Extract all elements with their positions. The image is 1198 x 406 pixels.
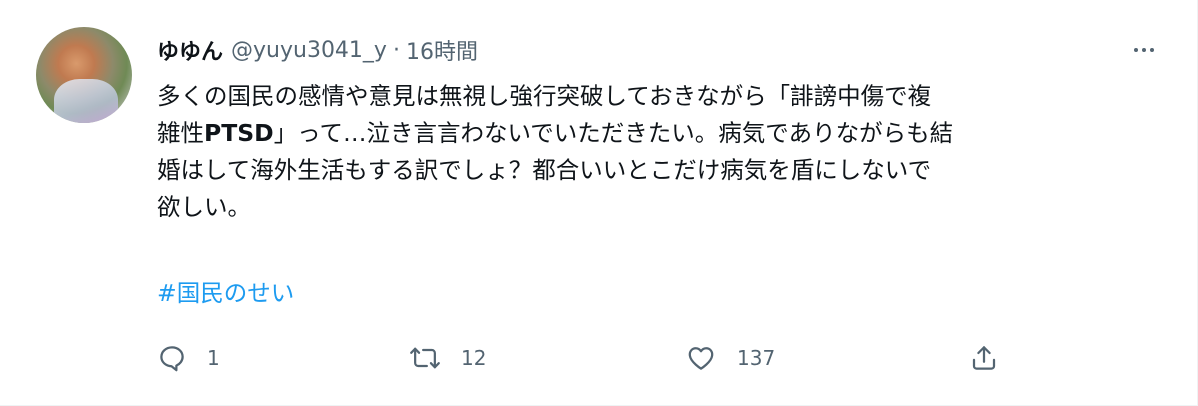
tweet-text-line: 欲しい。 <box>157 193 251 221</box>
reply-icon <box>157 343 187 373</box>
retweet-icon <box>409 343 441 373</box>
timestamp[interactable]: 16時間 <box>406 34 478 66</box>
avatar[interactable] <box>36 27 132 123</box>
share-button[interactable] <box>969 338 999 378</box>
user-handle[interactable]: @yuyu3041_y <box>231 38 387 63</box>
share-icon <box>969 343 999 373</box>
like-count: 137 <box>737 346 776 370</box>
display-name[interactable]: ゆゆん <box>157 34 223 66</box>
like-button[interactable]: 137 <box>685 338 775 378</box>
avatar-image <box>54 79 118 123</box>
separator: · <box>392 37 400 63</box>
tweet-text-segment: 雑性 <box>157 119 204 147</box>
more-icon-dot <box>1142 48 1146 52</box>
more-icon-dot <box>1134 48 1138 52</box>
retweet-button[interactable]: 12 <box>409 338 486 378</box>
tweet-text: 多くの国民の感情や意見は無視し強行突破しておきながら「誹謗中傷で複 雑性PTSD… <box>157 78 1157 226</box>
tweet-text-segment: 」って…泣き言言わないでいただきたい。病気でありながらも結 <box>273 119 954 147</box>
tweet-text-bold-segment: PTSD <box>204 119 274 147</box>
reply-button[interactable]: 1 <box>157 338 220 378</box>
heart-icon <box>685 343 717 373</box>
hashtag-link[interactable]: #国民のせい <box>157 275 294 312</box>
more-icon[interactable] <box>1126 36 1162 64</box>
tweet-header: ゆゆん @yuyu3041_y · 16時間 <box>157 33 478 67</box>
tweet-text-line: 多くの国民の感情や意見は無視し強行突破しておきながら「誹謗中傷で複 <box>157 82 932 110</box>
tweet-text-line: 雑性PTSD」って…泣き言言わないでいただきたい。病気でありながらも結 <box>157 115 1157 152</box>
more-icon-dot <box>1150 48 1154 52</box>
retweet-count: 12 <box>461 346 487 370</box>
tweet-card[interactable]: ゆゆん @yuyu3041_y · 16時間 多くの国民の感情や意見は無視し強行… <box>0 0 1198 406</box>
reply-count: 1 <box>207 346 220 370</box>
tweet-text-line: 婚はして海外生活もする訳でしょ？都合いいとこだけ病気を盾にしないで <box>157 156 932 184</box>
action-bar: 1 12 137 <box>157 338 1017 378</box>
